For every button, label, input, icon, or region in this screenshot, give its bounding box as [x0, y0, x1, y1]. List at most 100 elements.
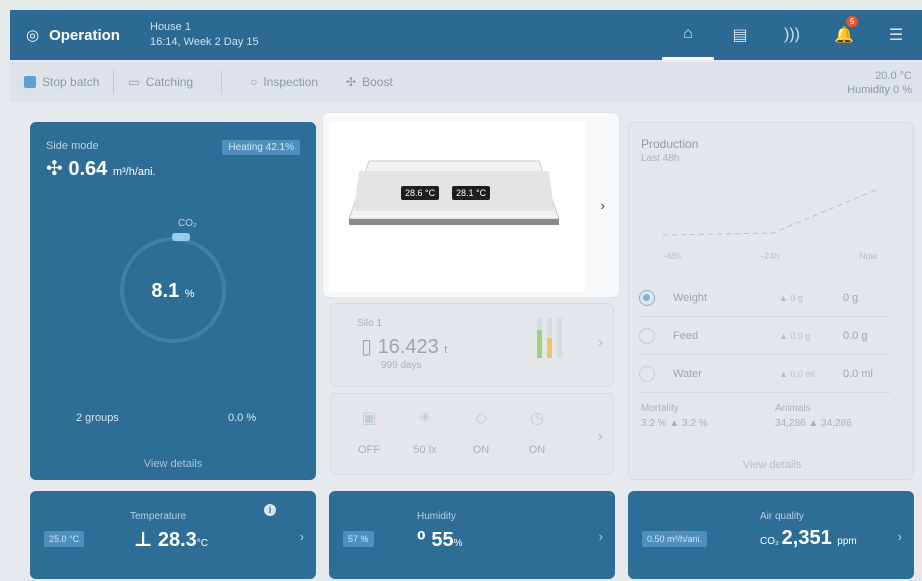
animals-delta: ▲ 34,286: [808, 418, 852, 429]
side-mode-label: Side mode: [46, 140, 99, 152]
row-name: Water: [673, 368, 702, 380]
temp-label-right: 28.1 °C: [452, 186, 491, 200]
air-quality-label: Air quality: [760, 511, 804, 522]
axis-label: -48h: [663, 251, 682, 261]
ventilation-value: ✣ 0.64 m³/h/ani.: [46, 158, 156, 180]
temperature-popup[interactable]: 28.6 °C 28.1 °C ›: [323, 113, 619, 297]
groups-percent: 0.0 %: [228, 412, 257, 424]
outdoor-humidity: Humidity 0 %: [847, 84, 912, 96]
production-title: Production: [641, 137, 699, 151]
mortality-label: Mortality: [641, 403, 679, 414]
side-mode-card[interactable]: Side mode Heating 42.1% ✣ 0.64 m³/h/ani.…: [30, 122, 316, 480]
sensor-water: ◇ ON: [453, 408, 509, 456]
truck-icon: ▭: [128, 75, 140, 89]
row-value: 0.0 g: [843, 330, 868, 342]
nav-menu-icon[interactable]: ☰: [870, 10, 922, 60]
fan-icon: ✣: [346, 75, 357, 89]
nav-report-icon[interactable]: ▤: [714, 10, 766, 60]
heating-badge: Heating 42.1%: [222, 140, 300, 155]
air-quality-card[interactable]: Air quality 0.50 m³/h/ani. CO₂ 2,351 ppm…: [628, 491, 914, 579]
house-info[interactable]: House 1 16:14, Week 2 Day 15: [150, 20, 259, 50]
outdoor-climate: 20.0 °C Humidity 0 %: [847, 69, 912, 97]
radio-button[interactable]: [639, 366, 655, 382]
water-drop-icon: ◇: [474, 410, 488, 427]
mortality-delta: ▲ 3.2 %: [669, 418, 708, 429]
silo-label: Silo 1: [357, 318, 383, 329]
sensors-card[interactable]: ▣ OFF ☀ 50 lx ◇ ON ◷ ON ›: [330, 393, 614, 475]
house-3d-model: [348, 160, 560, 225]
animals-label: Animals: [775, 403, 811, 414]
temp-label-left: 28.6 °C: [401, 186, 440, 200]
stop-batch-button[interactable]: Stop batch: [10, 62, 113, 102]
view-details-link[interactable]: View details: [629, 459, 915, 471]
row-value: 0 g: [843, 292, 859, 304]
clock-icon: ◷: [530, 410, 544, 427]
action-toolbar: Stop batch ▭ Catching ○ Inspection ✣ Boost …: [10, 62, 922, 102]
radio-button[interactable]: [639, 290, 655, 306]
droplets-icon: ⁰: [417, 529, 432, 551]
temperature-label: Temperature: [130, 511, 187, 522]
row-name: Feed: [673, 330, 699, 342]
silo-card[interactable]: Silo 1 ▯ 16.423 t 999 days ›: [330, 303, 614, 387]
mortality-block[interactable]: Mortality 3.2 % ▲ 3.2 %: [641, 403, 708, 429]
chevron-right-icon: ›: [897, 529, 902, 544]
operation-menu[interactable]: ◎ Operation: [10, 26, 150, 45]
chevron-right-icon[interactable]: ›: [600, 197, 605, 213]
inspection-label: Inspection: [263, 75, 319, 89]
sensor-timer: ◷ ON: [509, 408, 565, 456]
chevron-right-icon: ›: [597, 334, 603, 351]
air-quality-target: 0.50 m³/h/ani.: [642, 531, 708, 547]
silo-days: 999 days: [381, 360, 422, 371]
sensor-light: ☀ 50 lx: [397, 408, 453, 456]
stop-batch-label: Stop batch: [42, 75, 100, 89]
silo-level-bar: [557, 318, 562, 358]
feeder-icon: ▣: [361, 410, 377, 427]
mortality-value: 3.2 %: [641, 418, 667, 429]
temperature-card[interactable]: Temperature i 25.0 °C ⊥ 28.3°C ›: [30, 491, 316, 579]
nav-house-icon[interactable]: ⌂: [662, 10, 714, 60]
humidity-label: Humidity: [417, 511, 456, 522]
silo-icon: ▯: [361, 336, 378, 358]
groups-count: 2 groups: [76, 412, 119, 424]
nav-signal-icon[interactable]: ))): [766, 10, 818, 60]
silo-level-bar: [537, 318, 542, 358]
production-row-water[interactable]: Water ▲ 0.0 ml 0.0 ml: [639, 357, 891, 393]
temperature-target: 25.0 °C: [44, 531, 85, 547]
inspection-button[interactable]: ○ Inspection: [236, 62, 332, 102]
chevron-right-icon: ›: [597, 428, 603, 445]
light-icon: ☀: [417, 410, 433, 427]
temperature-value: ⊥ 28.3°C: [134, 529, 209, 551]
fan-icon: ✣: [46, 158, 69, 180]
row-delta: ▲ 0.0 g: [779, 331, 811, 341]
outdoor-temperature: 20.0 °C: [875, 70, 912, 82]
catching-label: Catching: [145, 75, 194, 89]
notification-badge: 5: [846, 16, 859, 27]
production-card[interactable]: Production Last 48h -48h -24h Now Weight…: [628, 122, 914, 480]
house-name: House 1: [150, 21, 191, 33]
production-subtitle: Last 48h: [641, 153, 680, 164]
co2-value: 8.1 %: [151, 280, 195, 302]
boost-button[interactable]: ✣ Boost: [332, 62, 407, 102]
humidity-value: ⁰ 55%: [417, 529, 463, 551]
nav-bell-icon[interactable]: 🔔 5: [818, 10, 870, 60]
house-model-image: 28.6 °C 28.1 °C: [329, 121, 585, 292]
radio-button[interactable]: [639, 328, 655, 344]
info-icon[interactable]: i: [264, 504, 276, 516]
chevron-right-icon: ›: [299, 529, 304, 544]
row-delta: ▲ 0 g: [779, 293, 803, 303]
stop-icon: [24, 76, 36, 88]
animals-block[interactable]: Animals 34,286 ▲ 34,286: [775, 403, 852, 429]
view-details-link[interactable]: View details: [30, 458, 316, 470]
row-value: 0.0 ml: [843, 368, 873, 380]
axis-label: -24h: [761, 251, 780, 261]
humidity-card[interactable]: Humidity 57 % ⁰ 55% ›: [329, 491, 615, 579]
row-delta: ▲ 0.0 ml: [779, 369, 815, 379]
production-row-feed[interactable]: Feed ▲ 0.0 g 0.0 g: [639, 319, 891, 355]
silo-value: ▯ 16.423 t: [361, 336, 448, 358]
operation-icon: ◎: [26, 27, 40, 44]
catching-button[interactable]: ▭ Catching: [114, 62, 207, 102]
production-row-weight[interactable]: Weight ▲ 0 g 0 g: [639, 281, 891, 317]
axis-label: Now: [859, 251, 878, 261]
thermometer-icon: ⊥: [134, 529, 158, 551]
production-chart: [662, 188, 879, 236]
